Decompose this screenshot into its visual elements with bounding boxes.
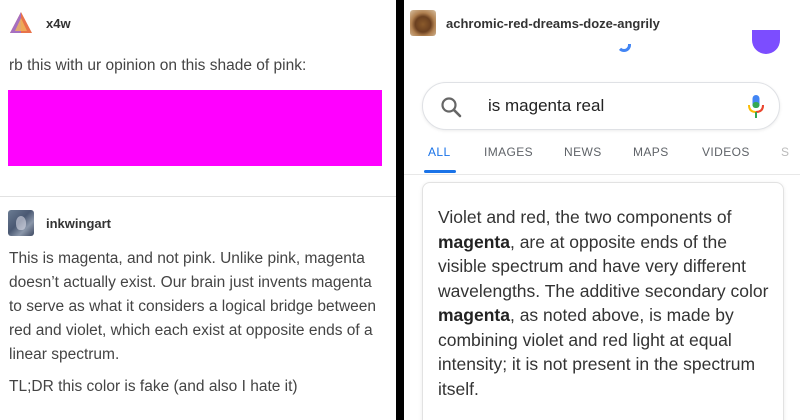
google-logo-partial-icon: [617, 44, 631, 52]
snippet-bold: magenta: [438, 231, 510, 252]
search-icon[interactable]: [439, 95, 463, 119]
username[interactable]: inkwingart: [46, 216, 111, 231]
tab-more[interactable]: S: [781, 145, 789, 159]
post-x4w: x4w rb this with ur opinion on this shad…: [0, 0, 396, 196]
right-google-panel: achromic-red-dreams-doze-angrily is mage…: [404, 0, 800, 420]
account-avatar-partial[interactable]: [752, 30, 780, 54]
panel-divider: [396, 0, 404, 420]
post-text: rb this with ur opinion on this shade of…: [9, 57, 307, 74]
post-header: achromic-red-dreams-doze-angrily: [410, 10, 660, 36]
username[interactable]: x4w: [46, 16, 71, 31]
magenta-color-swatch: [8, 90, 382, 166]
post-header: x4w: [8, 10, 71, 36]
featured-snippet-card[interactable]: Violet and red, the two components of ma…: [422, 182, 784, 420]
microphone-icon[interactable]: [746, 94, 766, 120]
post-paragraph: This is magenta, and not pink. Unlike pi…: [9, 250, 377, 363]
tab-images[interactable]: IMAGES: [484, 145, 533, 159]
post-header: inkwingart: [8, 210, 111, 236]
tab-all[interactable]: ALL: [428, 145, 451, 159]
post-tldr: TL;DR this color is fake (and also I hat…: [9, 378, 298, 395]
left-tumblr-panel: x4w rb this with ur opinion on this shad…: [0, 0, 396, 420]
tab-news[interactable]: NEWS: [564, 145, 602, 159]
snippet-text: Violet and red, the two components of ma…: [438, 207, 769, 399]
tab-videos[interactable]: VIDEOS: [702, 145, 750, 159]
search-tabs: ALL IMAGES NEWS MAPS VIDEOS S: [404, 140, 800, 174]
post-inkwingart: inkwingart This is magenta, and not pink…: [0, 197, 396, 420]
username[interactable]: achromic-red-dreams-doze-angrily: [446, 16, 660, 31]
tabs-divider: [404, 174, 800, 175]
dog-avatar-icon[interactable]: [410, 10, 436, 36]
search-bar[interactable]: is magenta real: [422, 82, 780, 130]
triangle-logo-icon[interactable]: [8, 10, 34, 36]
snippet-bold: magenta: [438, 305, 510, 325]
active-tab-indicator: [424, 170, 456, 173]
search-input[interactable]: is magenta real: [488, 96, 604, 116]
tab-maps[interactable]: MAPS: [633, 145, 669, 159]
artwork-avatar-icon[interactable]: [8, 210, 34, 236]
